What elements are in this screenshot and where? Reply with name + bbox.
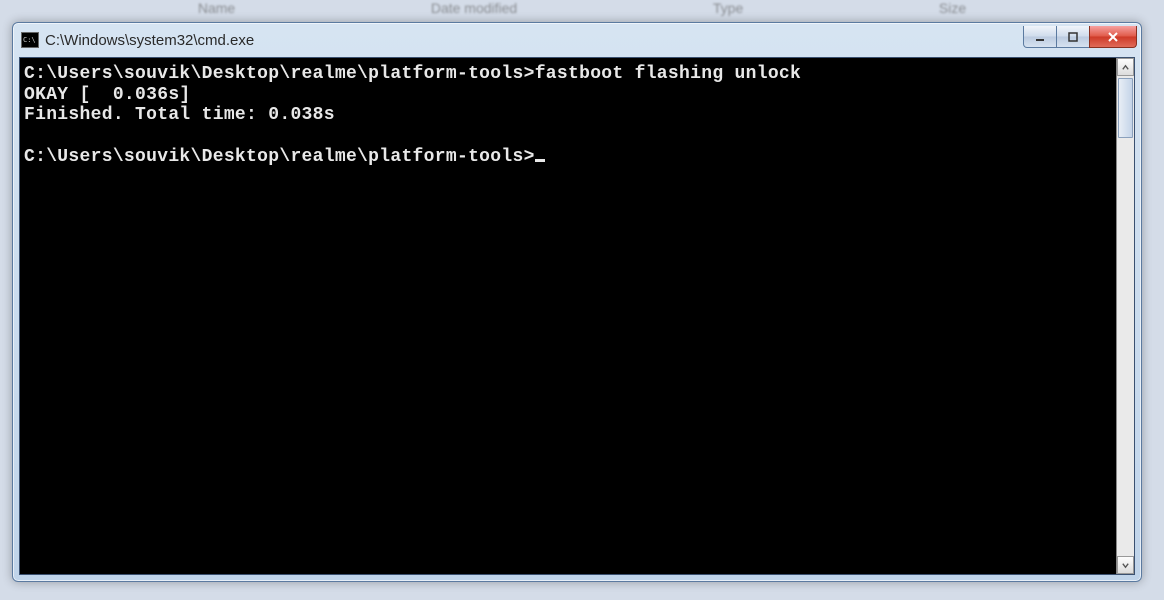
- chevron-up-icon: [1121, 63, 1130, 72]
- window-controls: [1024, 26, 1137, 48]
- close-icon: [1107, 31, 1119, 43]
- output-okay: OKAY [ 0.036s]: [24, 85, 191, 105]
- bg-col-size: Size: [939, 0, 966, 22]
- scroll-up-button[interactable]: [1117, 58, 1134, 76]
- client-area: C:\Users\souvik\Desktop\realme\platform-…: [19, 57, 1135, 575]
- terminal-output[interactable]: C:\Users\souvik\Desktop\realme\platform-…: [20, 58, 1116, 574]
- scroll-track[interactable]: [1117, 76, 1134, 556]
- minimize-icon: [1034, 31, 1046, 43]
- cmd-window: C:\ C:\Windows\system32\cmd.exe C:\Users…: [12, 22, 1142, 582]
- bg-col-date: Date modified: [431, 0, 517, 22]
- scroll-down-button[interactable]: [1117, 556, 1134, 574]
- titlebar[interactable]: C:\ C:\Windows\system32\cmd.exe: [13, 23, 1141, 57]
- explorer-columns-background: Name Date modified Type Size: [0, 0, 1164, 22]
- cmd-icon: C:\: [21, 32, 39, 48]
- maximize-icon: [1067, 31, 1079, 43]
- close-button[interactable]: [1089, 26, 1137, 48]
- prompt-1: C:\Users\souvik\Desktop\realme\platform-…: [24, 64, 535, 84]
- chevron-down-icon: [1121, 561, 1130, 570]
- bg-col-type: Type: [713, 0, 743, 22]
- cursor-icon: [535, 159, 545, 162]
- scroll-thumb[interactable]: [1118, 78, 1133, 138]
- window-title: C:\Windows\system32\cmd.exe: [45, 32, 1024, 49]
- output-finished: Finished. Total time: 0.038s: [24, 105, 335, 125]
- command-1: fastboot flashing unlock: [535, 64, 801, 84]
- vertical-scrollbar[interactable]: [1116, 58, 1134, 574]
- maximize-button[interactable]: [1056, 26, 1090, 48]
- minimize-button[interactable]: [1023, 26, 1057, 48]
- bg-col-name: Name: [198, 0, 235, 22]
- prompt-2: C:\Users\souvik\Desktop\realme\platform-…: [24, 147, 535, 167]
